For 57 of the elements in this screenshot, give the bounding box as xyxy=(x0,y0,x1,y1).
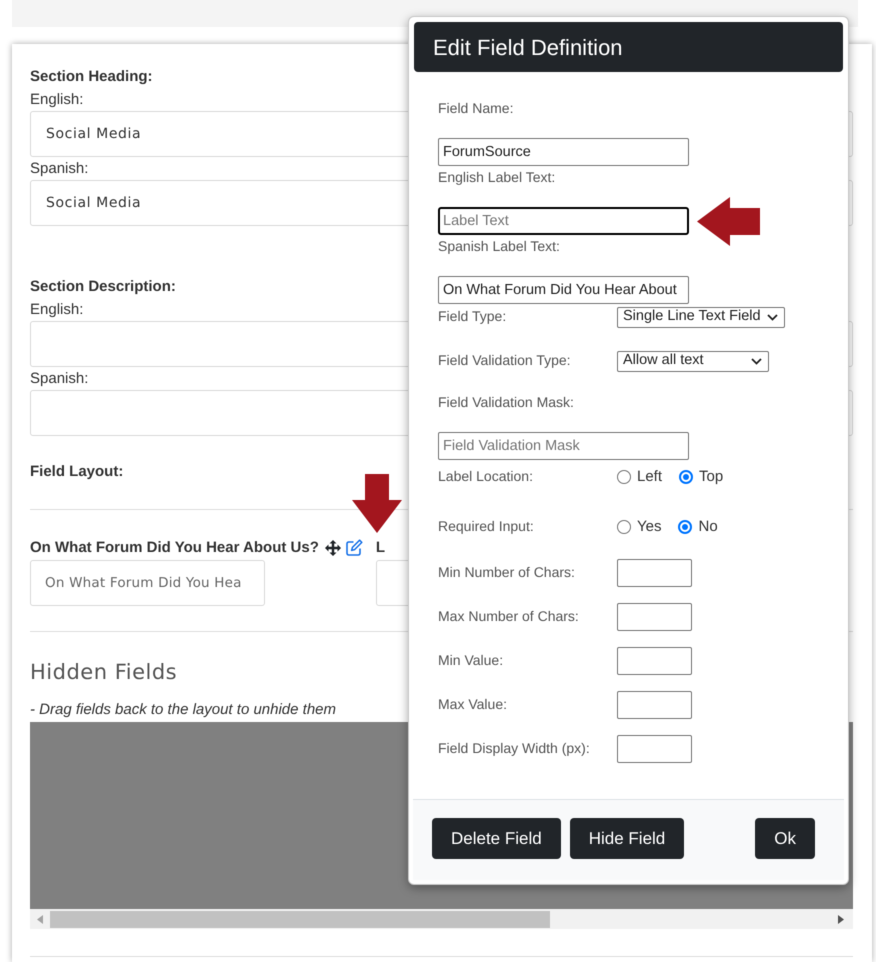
field-label: Spanish Label Text: xyxy=(438,237,560,256)
text-input[interactable]: ForumSource xyxy=(438,138,689,166)
section-title: Section Description: xyxy=(30,277,176,297)
field-label: Max Value: xyxy=(438,696,507,712)
radio-option-label: Left xyxy=(637,467,662,487)
radio-button[interactable] xyxy=(679,470,694,484)
dropdown-select[interactable]: Allow all text xyxy=(617,350,769,372)
dropdown-select[interactable]: Single Line Text Field xyxy=(617,306,785,328)
number-input[interactable] xyxy=(617,735,692,763)
dialog-title: Edit Field Definition xyxy=(433,34,623,62)
number-input[interactable] xyxy=(617,603,692,631)
scroll-right-icon[interactable] xyxy=(838,914,844,924)
language-label: Spanish: xyxy=(30,159,88,179)
language-label: English: xyxy=(30,300,84,320)
edit-icon[interactable] xyxy=(346,539,363,556)
dialog-button[interactable]: Delete Field xyxy=(432,818,561,859)
field-label: Field Validation Type: xyxy=(438,352,571,368)
chevron-down-icon xyxy=(766,314,778,320)
field-label: Label Location: xyxy=(438,468,533,484)
text-input[interactable]: On What Forum Did You Hear About xyxy=(438,276,689,304)
field-label: Max Number of Chars: xyxy=(438,608,579,624)
pointer-arrow xyxy=(352,474,402,533)
text-input[interactable]: Label Text xyxy=(438,207,689,235)
section-title: Section Heading: xyxy=(30,67,153,87)
language-label: Spanish: xyxy=(30,369,88,389)
field-preview-input[interactable]: On What Forum Did You Hea xyxy=(30,560,265,606)
section-heading: Hidden Fields xyxy=(30,659,178,686)
field-label: Field Type: xyxy=(438,308,506,324)
radio-button[interactable] xyxy=(617,520,631,534)
radio-option-label: Yes xyxy=(637,517,662,537)
field-label: Required Input: xyxy=(438,518,534,534)
number-input[interactable] xyxy=(617,559,692,587)
radio-option-label: Top xyxy=(699,467,724,487)
field-label: Min Value: xyxy=(438,652,504,668)
move-icon[interactable] xyxy=(324,540,341,556)
dialog-button[interactable]: Ok xyxy=(755,818,815,859)
scrollbar-thumb[interactable] xyxy=(50,910,550,928)
number-input[interactable] xyxy=(617,691,692,719)
text-input[interactable]: Field Validation Mask xyxy=(438,432,689,460)
field-label: Field Name: xyxy=(438,99,514,118)
section-title: Field Layout: xyxy=(30,462,124,482)
field-label: Min Number of Chars: xyxy=(438,564,575,580)
radio-button[interactable] xyxy=(678,520,692,534)
field-label: On What Forum Did You Hear About Us? xyxy=(30,538,319,558)
dialog-button[interactable]: Hide Field xyxy=(570,818,684,859)
radio-button[interactable] xyxy=(617,470,631,484)
pointer-arrow xyxy=(697,197,760,246)
hint-text: - Drag fields back to the layout to unhide them xyxy=(30,700,336,720)
field-label: Field Display Width (px): xyxy=(438,740,590,756)
field-label: Field Validation Mask: xyxy=(438,393,574,412)
chevron-down-icon xyxy=(751,358,762,364)
language-label: English: xyxy=(30,90,84,110)
horizontal-scrollbar[interactable] xyxy=(30,909,853,929)
radio-option-label: No xyxy=(698,517,718,537)
field-label: English Label Text: xyxy=(438,168,556,187)
number-input[interactable] xyxy=(617,647,692,675)
field-label: L xyxy=(376,538,386,558)
